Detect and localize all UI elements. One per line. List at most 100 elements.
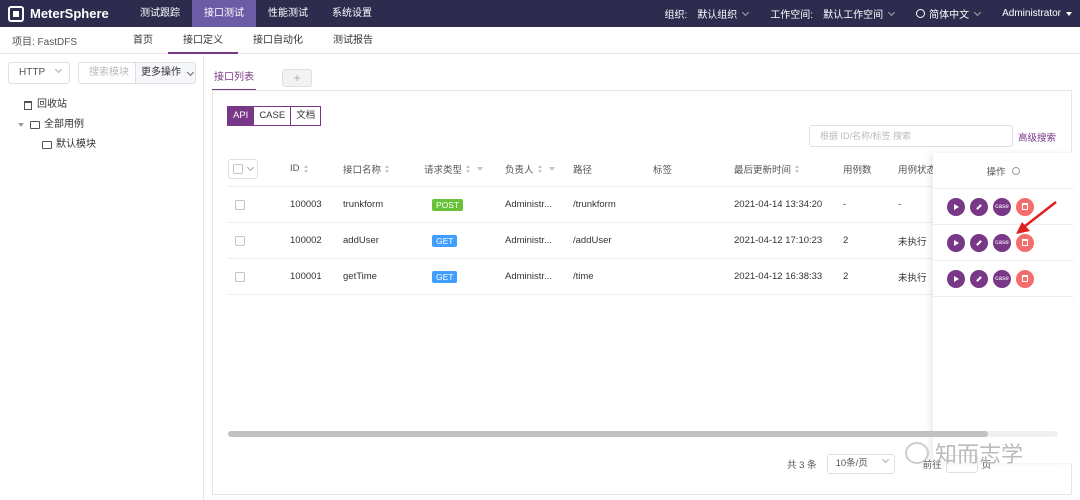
tree-node-default-module[interactable]: 默认模块 xyxy=(42,135,96,155)
user-menu[interactable]: Administrator xyxy=(1002,8,1072,19)
add-tab-button[interactable]: + xyxy=(282,69,312,87)
top-nav-menu: 测试跟踪 接口测试 性能测试 系统设置 xyxy=(128,0,384,27)
page-size-value: 10条/页 xyxy=(835,458,868,469)
col-header-path: 路径 xyxy=(573,164,593,176)
play-icon xyxy=(954,203,959,210)
col-header-owner[interactable]: 负责人 xyxy=(505,151,555,186)
col-header-label: 请求类型 xyxy=(424,164,463,176)
page-size-select[interactable]: 10条/页 xyxy=(826,454,895,474)
expand-caret-icon[interactable] xyxy=(18,123,24,127)
method-tag: POST xyxy=(432,198,464,211)
cell-id: 100002 xyxy=(290,235,322,246)
edit-button[interactable] xyxy=(970,233,988,252)
select-all-checkbox[interactable] xyxy=(233,163,243,174)
row-checkbox[interactable] xyxy=(235,199,245,210)
module-search-input[interactable]: 搜索模块 xyxy=(78,62,136,84)
row-checkbox[interactable] xyxy=(235,271,245,282)
api-search-input[interactable]: 根据 ID/名称/标签 搜索 xyxy=(809,125,1013,147)
watermark: 知而志学 xyxy=(905,437,1023,469)
topnav-item-performance-test[interactable]: 性能测试 xyxy=(256,0,320,27)
sort-icon[interactable] xyxy=(303,164,309,173)
col-header-label: 最后更新时间 xyxy=(734,164,792,176)
edit-button[interactable] xyxy=(970,197,988,216)
row-checkbox[interactable] xyxy=(235,235,245,246)
view-mode-switch: API CASE 文档 xyxy=(227,106,322,126)
case-button[interactable]: case xyxy=(993,197,1011,216)
chevron-down-icon xyxy=(246,163,255,171)
col-header-case-count: 用例数 xyxy=(843,164,872,176)
col-header-updated[interactable]: 最后更新时间 xyxy=(734,151,800,186)
chevron-down-icon xyxy=(54,65,63,74)
tree-node-trash[interactable]: 回收站 xyxy=(24,95,96,115)
cell-case-count: 2 xyxy=(843,235,849,246)
trash-icon xyxy=(1022,239,1028,246)
trash-icon xyxy=(1022,275,1028,282)
filter-icon[interactable] xyxy=(548,166,555,171)
app-logo[interactable]: MeterSphere xyxy=(0,5,128,22)
run-button[interactable] xyxy=(947,197,965,216)
method-tag: GET xyxy=(432,270,458,283)
segment-case[interactable]: CASE xyxy=(254,106,292,126)
project-selector[interactable]: 项目: FastDFS xyxy=(0,33,118,48)
subnav-tab-home[interactable]: 首页 xyxy=(118,27,168,54)
tab-api-list[interactable]: 接口列表 xyxy=(212,67,256,91)
topnav-item-system-settings[interactable]: 系统设置 xyxy=(320,0,384,27)
edit-icon xyxy=(976,203,982,210)
delete-button[interactable] xyxy=(1016,233,1034,252)
delete-button[interactable] xyxy=(1016,269,1034,288)
cell-updated: 2021-04-14 13:34:20 xyxy=(734,199,823,210)
protocol-value: HTTP xyxy=(19,67,46,78)
segment-api[interactable]: API xyxy=(227,106,255,126)
col-header-ops: 操作 xyxy=(933,153,1073,189)
column-settings-icon[interactable] xyxy=(1011,166,1020,175)
caret-down-icon xyxy=(1066,11,1072,16)
col-header-name[interactable]: 接口名称 xyxy=(343,151,390,186)
subnav-tab-api-automation[interactable]: 接口自动化 xyxy=(238,27,318,54)
cell-case-count: 2 xyxy=(843,271,849,282)
subnav-tab-api-definition[interactable]: 接口定义 xyxy=(168,27,238,54)
run-button[interactable] xyxy=(947,233,965,252)
language-selector[interactable]: 简体中文 xyxy=(916,6,982,21)
workspace-selector[interactable]: 工作空间: 默认工作空间 xyxy=(770,6,896,21)
filter-icon[interactable] xyxy=(477,166,484,171)
annotation-arrow-icon xyxy=(1016,201,1057,234)
segment-doc[interactable]: 文档 xyxy=(291,106,322,126)
chevron-down-icon xyxy=(186,68,194,77)
protocol-select[interactable]: HTTP xyxy=(8,62,70,84)
sort-icon[interactable] xyxy=(466,164,471,173)
case-button[interactable]: case xyxy=(993,269,1011,288)
globe-icon xyxy=(916,9,926,18)
tree-node-label: 回收站 xyxy=(37,99,67,110)
cell-owner: Administr... xyxy=(505,271,552,282)
row-checkbox-cell xyxy=(235,259,245,294)
cell-name: getTime xyxy=(343,271,377,282)
sort-icon[interactable] xyxy=(385,164,390,173)
scrollbar-thumb[interactable] xyxy=(228,431,988,437)
wechat-icon xyxy=(905,442,929,464)
tree-node-label: 全部用例 xyxy=(44,119,84,130)
case-button[interactable]: case xyxy=(993,233,1011,252)
select-all-dropdown[interactable] xyxy=(228,158,258,179)
subnav-tab-test-report[interactable]: 测试报告 xyxy=(318,27,388,54)
topnav-item-api-test[interactable]: 接口测试 xyxy=(192,0,256,27)
cell-id: 100003 xyxy=(290,199,322,210)
advanced-search-link[interactable]: 高级搜索 xyxy=(1018,130,1056,144)
workspace-label: 工作空间: xyxy=(770,10,814,21)
col-header-method[interactable]: 请求类型 xyxy=(424,151,484,186)
top-right-menu: 组织: 默认组织 工作空间: 默认工作空间 简体中文 Administrator xyxy=(665,0,1080,27)
sort-icon[interactable] xyxy=(537,164,543,173)
col-header-id[interactable]: ID xyxy=(290,151,309,186)
org-selector[interactable]: 组织: 默认组织 xyxy=(665,6,750,21)
tree-node-all-cases[interactable]: 全部用例 xyxy=(18,115,96,135)
language-value: 简体中文 xyxy=(929,10,970,21)
cell-path: /time xyxy=(573,271,594,282)
run-button[interactable] xyxy=(947,269,965,288)
edit-button[interactable] xyxy=(970,269,988,288)
play-icon xyxy=(954,275,959,282)
topnav-item-test-tracking[interactable]: 测试跟踪 xyxy=(128,0,192,27)
cell-owner: Administr... xyxy=(505,199,552,210)
api-list-panel: API CASE 文档 根据 ID/名称/标签 搜索 高级搜索 ID 接口名称 … xyxy=(212,90,1073,495)
more-operations-button[interactable]: 更多操作 xyxy=(135,62,196,84)
sort-icon[interactable] xyxy=(795,164,800,173)
cell-name: addUser xyxy=(343,235,379,246)
